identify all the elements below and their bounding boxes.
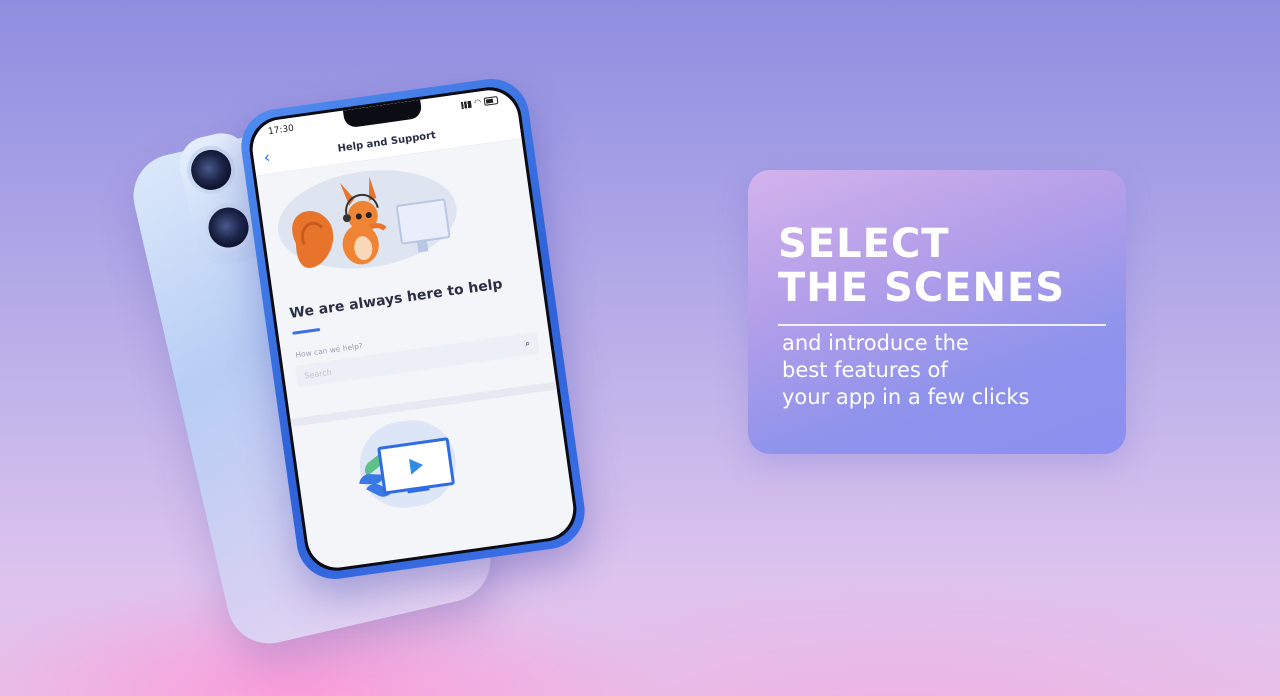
video-illustration — [291, 390, 572, 536]
wifi-icon: ◠ — [473, 97, 482, 108]
camera-lens-icon — [182, 141, 240, 199]
search-input[interactable] — [303, 354, 424, 381]
subtext-line-1: and introduce the — [782, 331, 969, 355]
status-time: 17:30 — [267, 123, 295, 138]
promo-stage: 17:30 ◠ ‹ Help and Support We are always… — [0, 0, 1280, 696]
card-divider — [778, 324, 1106, 326]
promo-card: SELECT THE SCENES and introduce the best… — [748, 170, 1126, 454]
battery-icon — [483, 95, 499, 106]
headline-line-2: THE SCENES — [778, 265, 1066, 311]
subtext-line-3: your app in a few clicks — [782, 385, 1030, 409]
play-icon[interactable] — [408, 457, 424, 475]
support-illustration — [267, 148, 528, 291]
subtext-line-2: best features of — [782, 358, 948, 382]
promo-headline: SELECT THE SCENES — [778, 222, 1065, 310]
title-accent-line — [292, 327, 321, 335]
monitor-stand — [416, 239, 429, 253]
phone-screen: 17:30 ◠ ‹ Help and Support We are always… — [245, 83, 581, 575]
signal-icon — [460, 100, 472, 109]
app-screen: 17:30 ◠ ‹ Help and Support We are always… — [248, 86, 578, 572]
headline-line-1: SELECT — [778, 221, 950, 267]
promo-subtext: and introduce the best features of your … — [782, 330, 1030, 411]
status-icons: ◠ — [460, 95, 499, 109]
video-monitor — [377, 437, 456, 495]
search-icon[interactable]: ⌕ — [525, 339, 531, 350]
monitor-illustration — [395, 198, 451, 245]
